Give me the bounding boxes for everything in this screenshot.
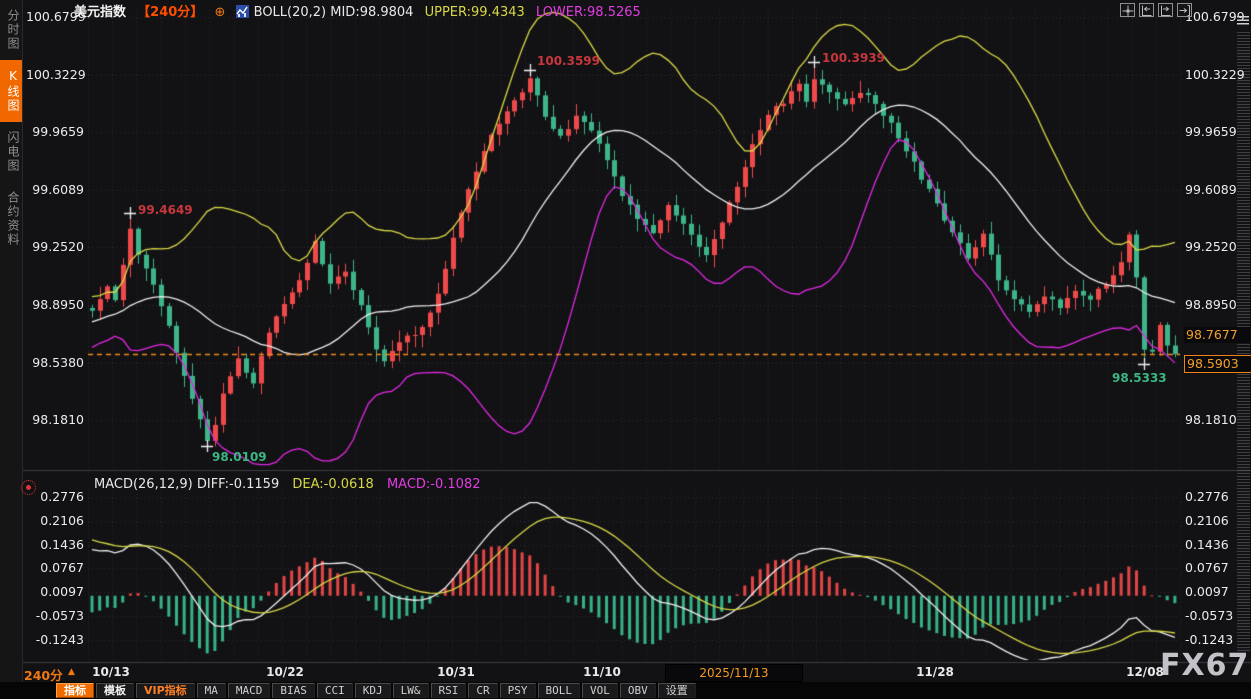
time-axis: 240分 ▲ 10/1310/2210/3111/1011/2812/08202… xyxy=(0,663,1251,682)
macd-axis-label: 0.1436 xyxy=(1185,537,1229,552)
toolbar-button-obv[interactable]: OBV xyxy=(620,683,656,698)
macd-axis-label: 0.2776 xyxy=(1185,489,1229,504)
toolbar-button-cci[interactable]: CCI xyxy=(317,683,353,698)
toolbar-button-boll[interactable]: BOLL xyxy=(538,683,581,698)
watermark: FX678 xyxy=(1160,648,1251,683)
toolbar-button-lw[interactable]: LW& xyxy=(393,683,429,698)
price-axis-label: 98.8950 xyxy=(1185,297,1237,312)
price-axis-label: 99.2520 xyxy=(1185,239,1237,254)
boll-mid-readout: BOLL(20,2) MID:98.9804 xyxy=(254,5,414,20)
sidebar-tab-flash[interactable]: 闪电图 xyxy=(0,122,22,182)
macd-axis-label: 0.2106 xyxy=(26,513,84,528)
boll-lower-readout: LOWER:98.5265 xyxy=(536,5,641,20)
chart-header: 美元指数 【240分】 ⊕ BOLL(20,2) MID:98.9804 UPP… xyxy=(74,1,648,17)
macd-axis-label: -0.0573 xyxy=(26,608,84,623)
price-axis-label: 99.6089 xyxy=(26,182,84,197)
price-axis-label: 99.6089 xyxy=(1185,182,1237,197)
toolbar-button-macd[interactable]: MACD xyxy=(228,683,271,698)
price-axis-label: 98.8950 xyxy=(26,297,84,312)
time-tick: 10/13 xyxy=(81,665,141,679)
indicator-toolbar: 指标模板VIP指标MAMACDBIASCCIKDJLW&RSICRPSYBOLL… xyxy=(0,682,1251,699)
shift-left-tool-icon[interactable] xyxy=(1139,3,1154,17)
time-tick: 11/28 xyxy=(905,665,965,679)
shift-right-tool-icon[interactable] xyxy=(1158,3,1173,17)
price-axis-label: 99.9659 xyxy=(1185,124,1237,139)
macd-axis-label: 0.0097 xyxy=(26,584,84,599)
sidebar-tab-contract-info[interactable]: 合约资料 xyxy=(0,182,22,256)
chart-canvas[interactable] xyxy=(0,0,1251,699)
price-axis-label: 100.3229 xyxy=(26,67,84,82)
toolbar-button-vip-indicator[interactable]: VIP指标 xyxy=(136,683,195,698)
price-annotation: 100.3939 xyxy=(822,51,885,65)
macd-hist-readout: MACD:-0.1082 xyxy=(387,477,481,492)
toolbar-button-indicator[interactable]: 指标 xyxy=(56,683,94,698)
indicator-icon xyxy=(236,5,249,18)
price-axis-label: 99.9659 xyxy=(26,124,84,139)
move-tool-icon[interactable] xyxy=(1120,3,1135,17)
toolbar-button-cr[interactable]: CR xyxy=(468,683,497,698)
sidebar-tab-kline[interactable]: K线图 xyxy=(0,60,22,122)
toolbar-button-bias[interactable]: BIAS xyxy=(272,683,315,698)
price-axis-label: 100.6799 xyxy=(1185,9,1245,24)
period-arrow-icon[interactable]: ▲ xyxy=(68,667,75,677)
time-tick: 10/22 xyxy=(255,665,315,679)
toolbar-button-vol[interactable]: VOL xyxy=(582,683,618,698)
resize-grip-icon[interactable] xyxy=(1237,16,1249,25)
time-tick: 11/10 xyxy=(572,665,632,679)
macd-axis-label: -0.1243 xyxy=(26,632,84,647)
price-axis-label: 98.1810 xyxy=(26,412,84,427)
price-tag: 98.5903 xyxy=(1184,355,1251,373)
toolbar-button-kdj[interactable]: KDJ xyxy=(355,683,391,698)
toolbar-button-settings[interactable]: 设置 xyxy=(658,683,696,698)
chart-tools xyxy=(1120,3,1192,17)
sidebar-tab-time-share[interactable]: 分时图 xyxy=(0,0,22,60)
price-axis-label: 100.3229 xyxy=(1185,67,1245,82)
macd-axis-label: 0.0767 xyxy=(26,560,84,575)
sidebar: 分时图K线图闪电图合约资料 xyxy=(0,0,23,699)
boll-upper-readout: UPPER:99.4343 xyxy=(425,5,525,20)
expand-icon[interactable]: ⊕ xyxy=(214,5,225,20)
symbol-title: 美元指数 xyxy=(74,5,126,20)
macd-diff-readout: MACD(26,12,9) DIFF:-0.1159 xyxy=(94,477,279,492)
price-annotation: 100.3599 xyxy=(537,54,600,68)
macd-axis-label: 0.0097 xyxy=(1185,584,1229,599)
price-axis-label: 98.1810 xyxy=(1185,412,1237,427)
price-tag: 98.7677 xyxy=(1184,327,1250,343)
toolbar-button-rsi[interactable]: RSI xyxy=(431,683,467,698)
toolbar-button-template[interactable]: 模板 xyxy=(96,683,134,698)
macd-axis-label: 0.2106 xyxy=(1185,513,1229,528)
indicator-settings-icon[interactable] xyxy=(21,480,36,495)
jump-latest-tool-icon[interactable] xyxy=(1177,3,1192,17)
price-axis-label: 98.5380 xyxy=(26,355,84,370)
price-annotation: 98.0109 xyxy=(212,450,267,464)
macd-header: MACD(26,12,9) DIFF:-0.1159 DEA:-0.0618 M… xyxy=(94,477,489,492)
macd-axis-label: -0.0573 xyxy=(1185,608,1233,623)
time-tick: 10/31 xyxy=(426,665,486,679)
selected-time-label: 2025/11/13 22:00~02:00 四 xyxy=(665,664,803,682)
price-axis-label: 99.2520 xyxy=(26,239,84,254)
trading-terminal: 分时图K线图闪电图合约资料 美元指数 【240分】 ⊕ BOLL(20,2) M… xyxy=(0,0,1251,699)
toolbar-button-psy[interactable]: PSY xyxy=(500,683,536,698)
macd-axis-label: 0.0767 xyxy=(1185,560,1229,575)
macd-axis-label: -0.1243 xyxy=(1185,632,1233,647)
macd-axis-label: 0.1436 xyxy=(26,537,84,552)
price-annotation: 99.4649 xyxy=(138,203,193,217)
price-annotation: 98.5333 xyxy=(1112,371,1167,385)
toolbar-button-ma[interactable]: MA xyxy=(197,683,226,698)
macd-dea-readout: DEA:-0.0618 xyxy=(292,477,373,492)
period-label: 【240分】 xyxy=(137,5,203,20)
